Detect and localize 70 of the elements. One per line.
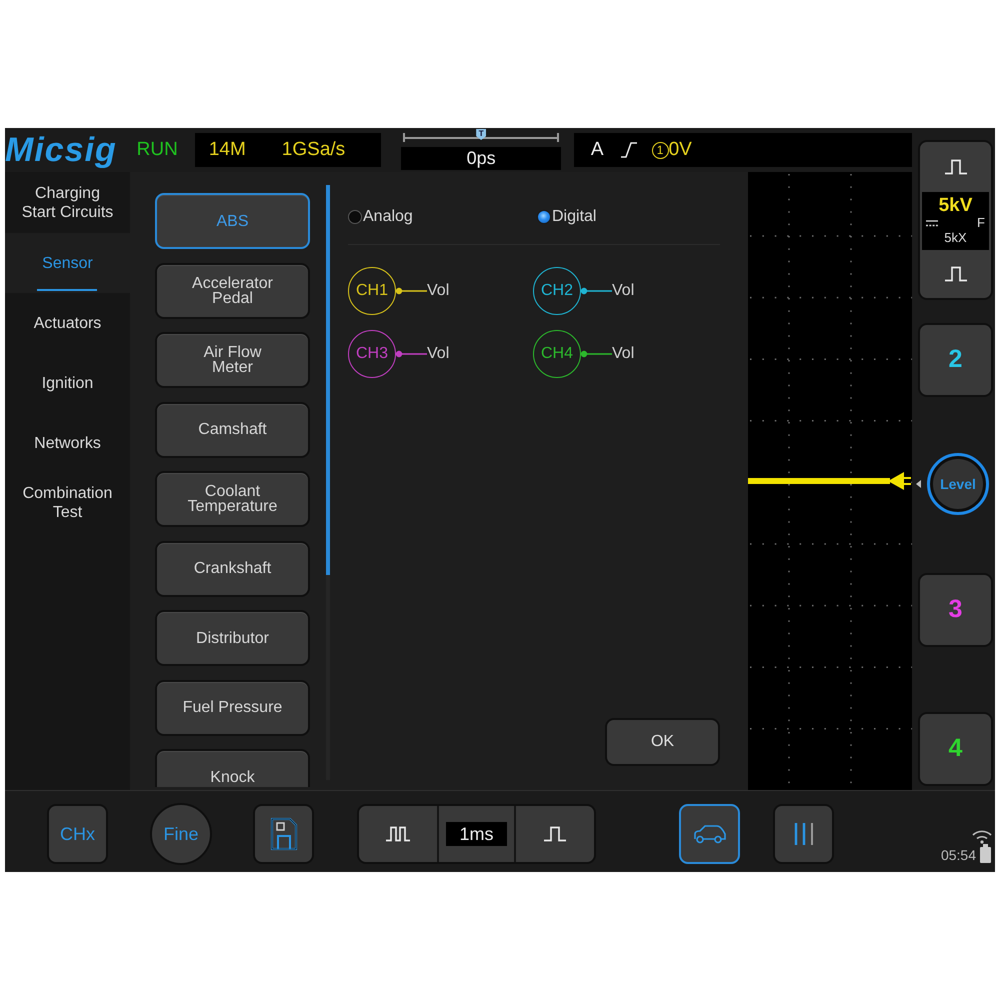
category-tab[interactable]: Charging Start Circuits bbox=[5, 173, 130, 233]
sensor-list-button[interactable]: Air Flow Meter bbox=[155, 332, 310, 388]
double-pulse-icon bbox=[386, 826, 410, 842]
trigger-threshold: 0V bbox=[668, 138, 692, 162]
time-offset: 0ps bbox=[466, 148, 496, 168]
memory-depth: 14M bbox=[208, 138, 246, 162]
timebase-value: 1ms bbox=[446, 822, 507, 846]
battery-icon bbox=[980, 844, 991, 863]
sensor-list-button[interactable]: Crankshaft bbox=[155, 540, 310, 596]
radio-button[interactable] bbox=[348, 210, 362, 224]
sensor-list-button[interactable]: Fuel Pressure bbox=[155, 680, 310, 736]
sensor-list-button[interactable]: ABS bbox=[155, 193, 310, 249]
channel-circle[interactable]: CH1 bbox=[348, 267, 396, 315]
car-button[interactable] bbox=[679, 804, 740, 864]
connector-line bbox=[395, 350, 427, 358]
connector-line bbox=[395, 287, 427, 295]
brand-logo: Micsig bbox=[5, 130, 118, 170]
channel-quantity: Vol bbox=[612, 344, 634, 364]
fine-button[interactable]: Fine bbox=[150, 803, 212, 865]
volts-per-division: 5kV bbox=[938, 196, 974, 216]
ok-button[interactable]: OK bbox=[605, 718, 720, 766]
category-tab[interactable]: Actuators bbox=[5, 293, 130, 353]
category-tab[interactable]: Networks bbox=[5, 413, 130, 473]
channel-circle[interactable]: CH3 bbox=[348, 330, 396, 378]
trigger-level-marker-icon[interactable] bbox=[888, 472, 911, 490]
channel-circle[interactable]: CH2 bbox=[533, 267, 581, 315]
save-button[interactable] bbox=[253, 804, 314, 864]
category-tab[interactable]: Combination Test bbox=[5, 473, 130, 533]
save-icon bbox=[270, 817, 298, 851]
sensor-list-button[interactable]: Accelerator Pedal bbox=[155, 262, 310, 318]
scroll-thumb[interactable] bbox=[326, 185, 330, 575]
dc-coupling-icon bbox=[926, 220, 938, 226]
channel-quantity: Vol bbox=[427, 344, 450, 364]
pulse-icon[interactable] bbox=[944, 266, 966, 282]
channel-select-button[interactable]: CHx bbox=[47, 804, 108, 864]
clock-time: 05:54 bbox=[940, 847, 976, 863]
connector-line bbox=[580, 350, 612, 358]
category-tab[interactable]: Ignition bbox=[5, 353, 130, 413]
bars-button[interactable] bbox=[773, 804, 834, 864]
wifi-icon bbox=[971, 828, 993, 844]
bars-icon bbox=[794, 822, 814, 846]
pulse-icon bbox=[544, 826, 566, 842]
sensor-list-button[interactable]: Coolant Temperature bbox=[155, 471, 310, 527]
sensor-list-button[interactable]: Distributor bbox=[155, 610, 310, 666]
pulse-icon[interactable] bbox=[944, 159, 966, 175]
radio-button[interactable] bbox=[537, 210, 551, 224]
radio-label: Analog bbox=[363, 207, 413, 227]
sample-rate: 1GSa/s bbox=[282, 138, 346, 162]
channel-button[interactable]: 2 bbox=[918, 323, 993, 397]
pointer-icon bbox=[916, 480, 921, 488]
connector-line bbox=[580, 287, 612, 295]
trigger-channel: 1 bbox=[652, 142, 669, 158]
time-position-marker[interactable]: T bbox=[476, 129, 486, 140]
channel-quantity: Vol bbox=[427, 281, 450, 301]
channel-quantity: Vol bbox=[612, 281, 634, 301]
car-icon bbox=[692, 823, 728, 845]
run-status: RUN bbox=[136, 138, 178, 162]
probe-ratio: 5kX bbox=[943, 230, 968, 245]
category-tab[interactable]: Sensor bbox=[5, 233, 130, 293]
channel-circle[interactable]: CH4 bbox=[533, 330, 581, 378]
sensor-list-button[interactable]: Camshaft bbox=[155, 402, 310, 458]
level-button[interactable]: Level bbox=[927, 453, 989, 515]
channel-button[interactable]: 4 bbox=[918, 712, 993, 786]
time-position-track[interactable]: T bbox=[403, 132, 559, 144]
rising-edge-icon bbox=[620, 141, 638, 159]
bandwidth-label: F bbox=[977, 216, 985, 230]
sensor-list-button[interactable]: Knock bbox=[155, 749, 310, 787]
scroll-bar[interactable] bbox=[326, 185, 330, 780]
trigger-source: A bbox=[590, 138, 604, 162]
radio-label: Digital bbox=[552, 207, 596, 227]
